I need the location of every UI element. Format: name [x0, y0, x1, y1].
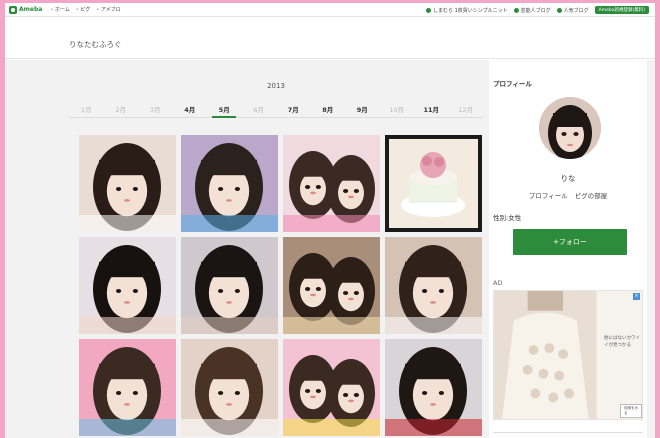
photo-thumbnail[interactable]: [283, 237, 380, 334]
avatar-image: [539, 97, 601, 159]
top-links: しまむら 1枚買いシンプルニット 芸能人ブログ 人気ブログ Ameba新規登録(…: [425, 3, 649, 17]
month-tab-2: 2月: [115, 106, 127, 114]
nav-pigg[interactable]: ピグ: [76, 6, 90, 13]
photo-image: [283, 339, 380, 436]
photo-image: [385, 339, 482, 436]
promo-link[interactable]: しまむら 1枚買いシンプルニット: [425, 7, 508, 14]
photo-image: [385, 237, 482, 334]
bullet-icon: [425, 7, 431, 13]
crown-icon: [513, 7, 519, 13]
blog-header: りなたむふろぐ: [5, 17, 655, 59]
month-tab-3: 3月: [149, 106, 161, 114]
photo-image: [283, 135, 380, 232]
photo-image: [181, 339, 278, 436]
nickname: りな: [560, 174, 576, 183]
month-tab-9[interactable]: 9月: [350, 104, 374, 117]
popular-blog-link[interactable]: 人気ブログ: [556, 7, 589, 14]
photo-image: [79, 135, 176, 232]
photo-image: [181, 135, 278, 232]
profile-links: プロフィール ピグの部屋: [489, 190, 647, 200]
sidebar-divider: [493, 432, 643, 433]
archive-year: 2013: [267, 82, 285, 90]
global-nav: ホーム ピグ アメブロ: [50, 6, 121, 13]
photo-image: [283, 237, 380, 334]
follow-button[interactable]: +フォロー: [513, 229, 627, 255]
ad-detail-button[interactable]: 詳細をみる: [620, 404, 642, 418]
photo-image: [79, 237, 176, 334]
nav-home[interactable]: ホーム: [50, 6, 70, 13]
content-area: 2013 1月 2月 3月 4月 5月 6月 7月 8月 9月 10月 11月 12月 プロフィール …: [5, 60, 655, 438]
nav-ameblo[interactable]: アメブロ: [96, 6, 121, 13]
photo-archive: 2013 1月 2月 3月 4月 5月 6月 7月 8月 9月 10月 11月 12月: [69, 60, 483, 438]
crown-icon: [556, 7, 562, 13]
profile-sidebar: プロフィール りな プロフィール ピグの部屋 性別:女性 +フォロー AD × …: [489, 60, 647, 438]
photo-thumbnail[interactable]: [283, 135, 380, 232]
photo-thumbnail[interactable]: [181, 135, 278, 232]
photo-image: [385, 135, 482, 232]
photo-thumbnail[interactable]: [181, 237, 278, 334]
month-tab-5[interactable]: 5月: [212, 104, 237, 118]
photo-thumbnail[interactable]: [283, 339, 380, 436]
ad-label: AD: [493, 279, 503, 287]
celebrity-blog-link[interactable]: 芸能人ブログ: [513, 7, 551, 14]
avatar[interactable]: [539, 97, 601, 159]
month-tab-7[interactable]: 7月: [281, 104, 305, 117]
photo-grid: [79, 135, 484, 436]
month-tab-10: 10月: [389, 106, 405, 114]
pigg-room-link[interactable]: ピグの部屋: [575, 190, 608, 200]
photo-thumbnail[interactable]: [79, 339, 176, 436]
photo-image: [181, 237, 278, 334]
photo-thumbnail[interactable]: [79, 135, 176, 232]
profile-heading: プロフィール: [493, 80, 532, 88]
photo-thumbnail[interactable]: [385, 135, 482, 232]
register-button[interactable]: Ameba新規登録(無料): [594, 6, 649, 14]
photo-image: [79, 339, 176, 436]
month-tabs: 1月 2月 3月 4月 5月 6月 7月 8月 9月 10月 11月 12月: [69, 104, 483, 118]
profile-link[interactable]: プロフィール: [529, 190, 568, 200]
page-frame: Ameba ホーム ピグ アメブロ しまむら 1枚買いシンプルニット 芸能人ブロ…: [5, 3, 655, 438]
gender-text: 性別:女性: [493, 214, 522, 222]
photo-thumbnail[interactable]: [79, 237, 176, 334]
photo-thumbnail[interactable]: [385, 339, 482, 436]
ad-text: 他にはないカワイイが見つかる: [604, 336, 640, 348]
month-tab-11[interactable]: 11月: [419, 104, 443, 117]
ad-close-icon[interactable]: ×: [633, 293, 640, 300]
month-tab-12: 12月: [458, 106, 474, 114]
month-tab-4[interactable]: 4月: [178, 104, 202, 117]
ad-image: [494, 291, 642, 419]
month-tab-6: 6月: [253, 106, 265, 114]
month-tab-1: 1月: [80, 106, 92, 114]
ameba-logo-icon: [9, 5, 17, 14]
blog-title[interactable]: りなたむふろぐ: [69, 39, 122, 50]
photo-thumbnail[interactable]: [385, 237, 482, 334]
ad-banner[interactable]: × 他にはないカワイイが見つかる 詳細をみる: [493, 290, 643, 420]
global-topbar: Ameba ホーム ピグ アメブロ しまむら 1枚買いシンプルニット 芸能人ブロ…: [5, 3, 655, 17]
ameba-logo[interactable]: Ameba: [9, 5, 42, 14]
month-tab-8[interactable]: 8月: [316, 104, 340, 117]
photo-thumbnail[interactable]: [181, 339, 278, 436]
